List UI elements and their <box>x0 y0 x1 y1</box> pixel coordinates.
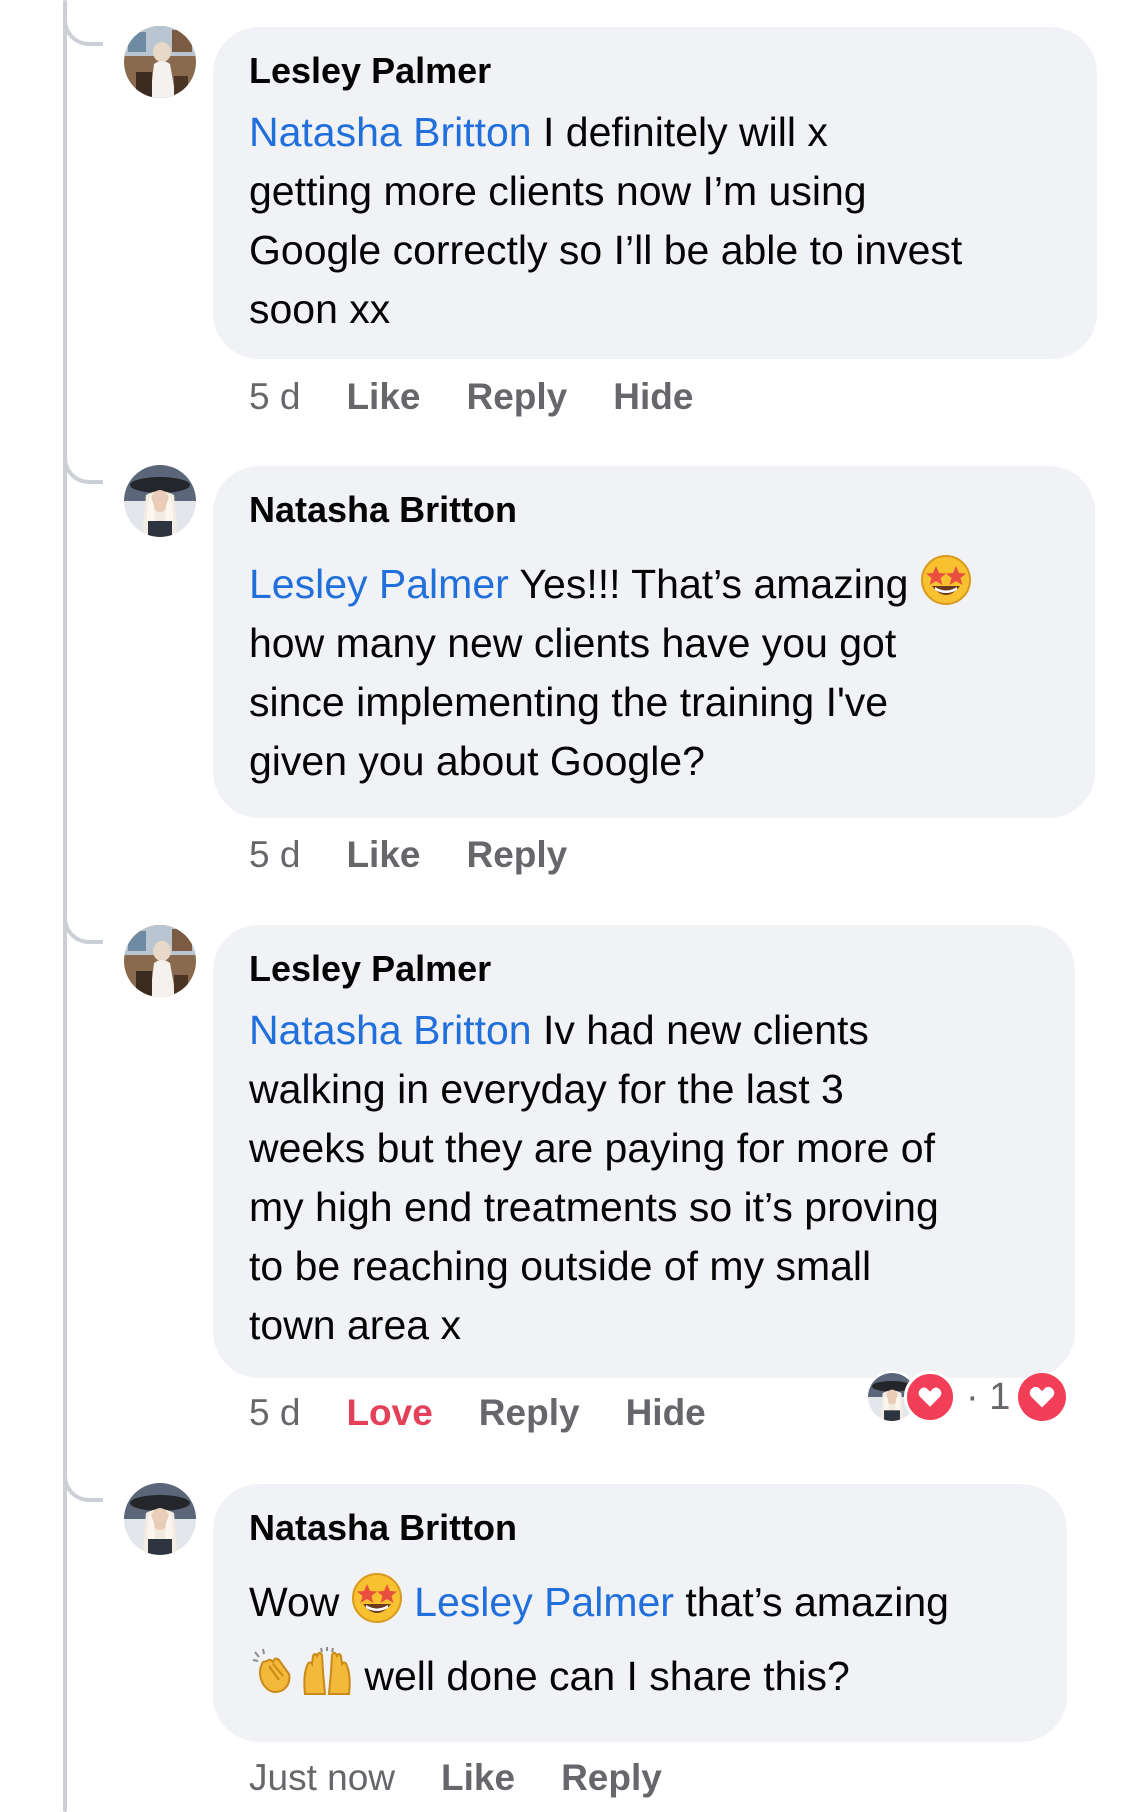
avatar-photo-lesley <box>124 925 196 997</box>
comment-bubble: Lesley Palmer Natasha Britton Iv had new… <box>213 925 1075 1378</box>
avatar[interactable] <box>124 26 196 98</box>
comment-timestamp: 5 d <box>249 1392 301 1433</box>
comment-bubble: Natasha Britton Wow Lesley Palmer that’s… <box>213 1484 1067 1742</box>
comment-text-line: town area x <box>249 1302 461 1348</box>
comment-text-line: how many new clients have you got <box>249 620 897 666</box>
comment-timestamp: Just now <box>249 1757 396 1798</box>
reply-button[interactable]: Reply <box>466 374 567 420</box>
comment-text-line: Wow <box>249 1579 351 1625</box>
hide-button[interactable]: Hide <box>626 1390 706 1436</box>
comment-text-line: that’s amazing <box>673 1579 949 1625</box>
comment-text-line: weeks but they are paying for more of <box>249 1125 935 1171</box>
comment-text: Lesley Palmer Yes!!! That’s amazing how … <box>249 554 1061 791</box>
avatar-photo-lesley <box>124 26 196 98</box>
comment-text-line: to be reaching outside of my small <box>249 1243 872 1289</box>
comment-bubble: Lesley Palmer Natasha Britton I definite… <box>213 27 1097 359</box>
reply-connector <box>63 450 103 484</box>
hide-button[interactable]: Hide <box>613 374 693 420</box>
mention-link[interactable]: Lesley Palmer <box>249 561 509 607</box>
avatar[interactable] <box>124 465 196 537</box>
reaction-summary[interactable]: · 1 <box>866 1369 1067 1425</box>
mention-link[interactable]: Natasha Britton <box>249 1007 532 1053</box>
comment-actions: Just now Like Reply <box>249 1755 708 1801</box>
comment-text-line: Yes!!! That’s amazing <box>508 561 920 607</box>
comment-actions: 5 d Love Reply Hide <box>249 1390 752 1436</box>
comment-text: Natasha Britton I definitely will x getti… <box>249 103 1063 339</box>
like-button[interactable]: Like <box>346 374 420 420</box>
star-struck-emoji-icon <box>920 554 972 606</box>
heart-icon <box>1028 1383 1056 1411</box>
comment-actions: 5 d Like Reply <box>249 832 613 878</box>
reaction-count-value: 1 <box>989 1375 1011 1418</box>
comment-text-line: I definitely will x <box>531 109 828 155</box>
comment-text: Wow Lesley Palmer that’s amazing well do… <box>249 1572 1033 1706</box>
love-reaction-icon <box>904 1371 956 1423</box>
heart-icon <box>917 1384 943 1410</box>
comment-actions: 5 d Like Reply Hide <box>249 374 739 420</box>
comment-timestamp: 5 d <box>249 376 301 417</box>
avatar[interactable] <box>124 925 196 997</box>
reply-connector <box>63 910 103 944</box>
reply-button[interactable]: Reply <box>466 832 567 878</box>
avatar[interactable] <box>124 1483 196 1555</box>
raising-hands-emoji-icon <box>301 1646 353 1698</box>
like-button[interactable]: Like <box>441 1755 515 1801</box>
thread-line <box>63 0 67 1812</box>
clapping-hands-emoji-icon <box>249 1646 301 1698</box>
reaction-count: · 1 <box>966 1376 1010 1419</box>
comment-text-line: getting more clients now I’m using <box>249 168 867 214</box>
comment-text: Natasha Britton Iv had new clients walkin… <box>249 1001 1041 1355</box>
reply-connector <box>63 1468 103 1502</box>
like-button[interactable]: Like <box>346 832 420 878</box>
reply-connector <box>63 12 103 46</box>
avatar-photo-natasha <box>124 1483 196 1555</box>
mention-link[interactable]: Lesley Palmer <box>414 1579 674 1625</box>
reaction-separator: · <box>966 1375 979 1418</box>
avatar-photo-natasha <box>124 465 196 537</box>
comment-text-line: my high end treatments so it’s proving <box>249 1184 939 1230</box>
mention-link[interactable]: Natasha Britton <box>249 109 532 155</box>
reply-button[interactable]: Reply <box>479 1390 580 1436</box>
comment-text-line: Iv had new clients <box>531 1007 869 1053</box>
comment-text-line: well done can I share this? <box>353 1653 850 1699</box>
comment-timestamp: 5 d <box>249 834 301 875</box>
comment-text-line: Google correctly so I’ll be able to inve… <box>249 227 963 273</box>
comment-author[interactable]: Natasha Britton <box>249 1506 1033 1550</box>
comment-author[interactable]: Lesley Palmer <box>249 947 1041 991</box>
love-reaction-icon <box>1018 1373 1067 1421</box>
comment-text-line: since implementing the training I've <box>249 679 889 725</box>
comment-text-line: soon xx <box>249 286 391 332</box>
comment-text-line: walking in everyday for the last 3 <box>249 1066 844 1112</box>
reply-button[interactable]: Reply <box>561 1755 662 1801</box>
love-reaction-button[interactable]: Love <box>346 1390 432 1436</box>
comment-author[interactable]: Lesley Palmer <box>249 49 1063 93</box>
comment-text-line: given you about Google? <box>249 738 705 784</box>
comment-author[interactable]: Natasha Britton <box>249 488 1061 532</box>
comment-bubble: Natasha Britton Lesley Palmer Yes!!! Tha… <box>213 466 1095 818</box>
star-struck-emoji-icon <box>351 1572 403 1624</box>
